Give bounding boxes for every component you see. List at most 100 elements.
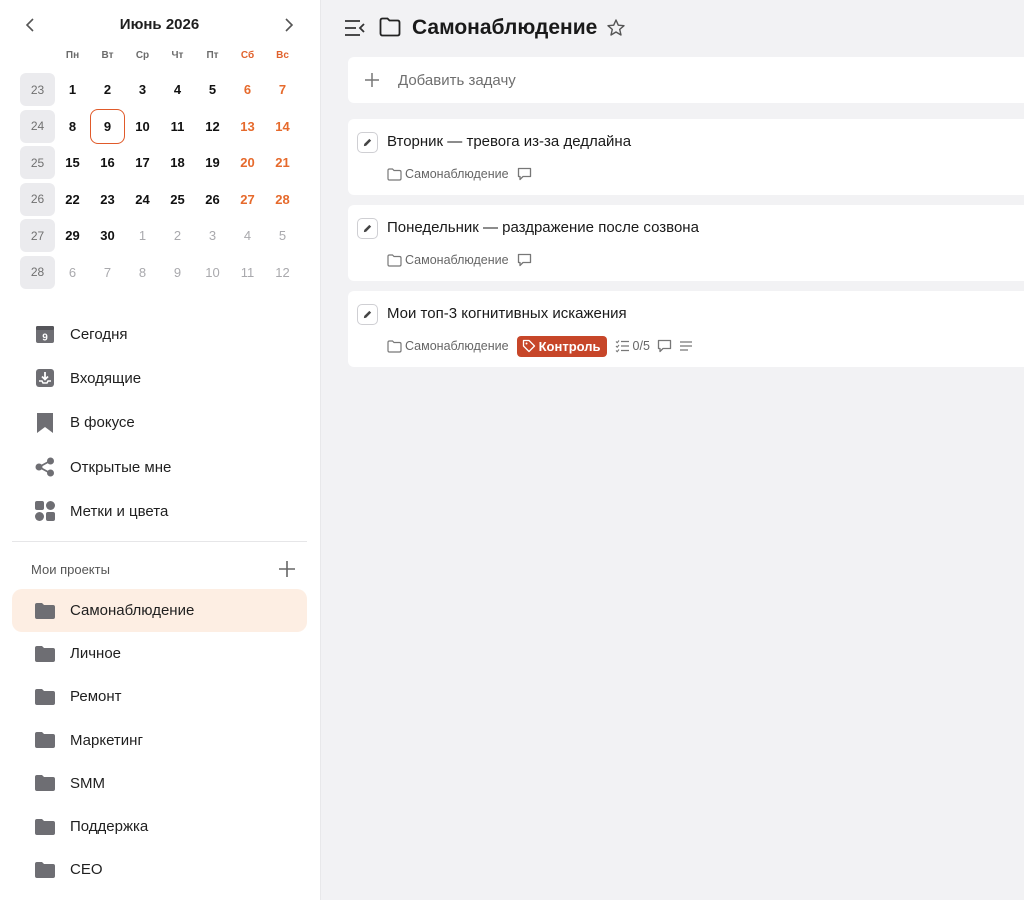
calendar-day-other-month[interactable]: 11 — [230, 255, 265, 290]
nav-item-label: В фокусе — [70, 414, 135, 432]
project-label: Личное — [70, 645, 122, 663]
project-item[interactable]: CEO — [12, 848, 307, 891]
calendar-day[interactable]: 12 — [195, 109, 230, 144]
task-card[interactable]: Вторник — тревога из-за дедлайна Самонаб… — [348, 119, 1024, 195]
add-task-input[interactable]: Добавить задачу — [348, 57, 1024, 103]
calendar-day-selected[interactable]: 9 — [90, 108, 125, 144]
project-item[interactable]: Ремонт — [12, 675, 307, 718]
week-number[interactable]: 24 — [20, 109, 55, 143]
calendar-day[interactable]: 8 — [55, 109, 90, 144]
week-number[interactable]: 25 — [20, 146, 55, 180]
calendar-day[interactable]: 28 — [265, 182, 300, 217]
calendar-week-row: 25 15 16 17 18 19 20 21 — [20, 145, 310, 182]
nav-item-inbox[interactable]: Входящие — [12, 356, 307, 400]
task-meta: Самонаблюдение Контроль 0/5 — [387, 335, 700, 357]
topbar: Самонаблюдение — [321, 0, 1024, 56]
calendar-day-other-month[interactable]: 10 — [195, 255, 230, 290]
calendar-month-title[interactable]: Июнь 2026 — [12, 16, 307, 33]
nav-item-label: Открытые мне — [70, 458, 172, 476]
project-item-active[interactable]: Самонаблюдение — [12, 589, 307, 633]
calendar-day[interactable]: 29 — [55, 218, 90, 253]
calendar-day[interactable]: 24 — [125, 182, 160, 217]
calendar-day[interactable]: 5 — [195, 72, 230, 107]
calendar-day[interactable]: 15 — [55, 145, 90, 180]
edit-task-button[interactable] — [357, 304, 378, 325]
week-number[interactable]: 28 — [20, 255, 55, 289]
calendar-day[interactable]: 6 — [230, 72, 265, 107]
project-item[interactable]: Маркетинг — [12, 719, 307, 762]
favorite-star-button[interactable] — [606, 18, 626, 38]
calendar-week-row: 27 29 30 1 2 3 4 5 — [20, 218, 310, 255]
nav-item-today[interactable]: 9 Сегодня — [12, 312, 307, 356]
weekday-label: Ср — [135, 50, 150, 61]
calendar-day[interactable]: 17 — [125, 145, 160, 180]
project-item[interactable]: SMM — [12, 762, 307, 805]
tag-icon — [522, 339, 535, 353]
nav-item-shared[interactable]: Открытые мне — [12, 445, 307, 489]
calendar-day[interactable]: 2 — [90, 72, 125, 107]
calendar-day[interactable]: 18 — [160, 145, 195, 180]
sidebar-toggle-button[interactable] — [343, 16, 367, 40]
comment-icon — [517, 167, 532, 181]
inbox-icon — [22, 366, 68, 390]
task-tag[interactable]: Контроль — [516, 335, 607, 357]
task-project[interactable]: Самонаблюдение — [387, 339, 509, 353]
calendar-day[interactable]: 16 — [90, 145, 125, 180]
task-project[interactable]: Самонаблюдение — [387, 167, 509, 181]
calendar-day[interactable]: 21 — [265, 145, 300, 180]
project-label: CEO — [70, 861, 103, 879]
calendar-day-other-month[interactable]: 6 — [55, 255, 90, 290]
calendar-day[interactable]: 7 — [265, 72, 300, 107]
calendar-day[interactable]: 10 — [125, 109, 160, 144]
calendar-day[interactable]: 30 — [90, 218, 125, 253]
calendar-day[interactable]: 22 — [55, 182, 90, 217]
nav-item-focus[interactable]: В фокусе — [12, 401, 307, 445]
task-card[interactable]: Понедельник — раздражение после созвона … — [348, 205, 1024, 281]
calendar-day[interactable]: 27 — [230, 182, 265, 217]
calendar-day-other-month[interactable]: 7 — [90, 255, 125, 290]
week-number[interactable]: 27 — [20, 219, 55, 253]
calendar-day-other-month[interactable]: 4 — [230, 218, 265, 253]
task-project-label: Самонаблюдение — [405, 253, 509, 267]
calendar-day[interactable]: 25 — [160, 182, 195, 217]
edit-task-button[interactable] — [357, 218, 378, 239]
project-item[interactable]: Личное — [12, 632, 307, 675]
tags-grid-icon — [22, 499, 68, 523]
sidebar-divider — [12, 541, 307, 542]
calendar-week-row: 23 1 2 3 4 5 6 7 — [20, 72, 310, 109]
calendar-day[interactable]: 11 — [160, 109, 195, 144]
week-number[interactable]: 23 — [20, 73, 55, 106]
calendar-day-other-month[interactable]: 3 — [195, 218, 230, 253]
calendar-day-other-month[interactable]: 2 — [160, 218, 195, 253]
calendar-header: Июнь 2026 — [12, 8, 307, 42]
today-icon-number: 9 — [42, 333, 48, 344]
calendar-day[interactable]: 4 — [160, 72, 195, 107]
calendar-day-other-month[interactable]: 12 — [265, 255, 300, 290]
calendar-day[interactable]: 14 — [265, 109, 300, 144]
calendar-day-other-month[interactable]: 8 — [125, 255, 160, 290]
calendar-day-other-month[interactable]: 1 — [125, 218, 160, 253]
folder-icon — [22, 602, 68, 620]
calendar-day-other-month[interactable]: 5 — [265, 218, 300, 253]
calendar-next-button[interactable] — [271, 8, 307, 42]
calendar-day[interactable]: 23 — [90, 182, 125, 217]
calendar-day[interactable]: 20 — [230, 145, 265, 180]
calendar-day-other-month[interactable]: 9 — [160, 255, 195, 290]
nav-item-tags[interactable]: Метки и цвета — [12, 489, 307, 533]
project-item[interactable]: Поддержка — [12, 805, 307, 848]
bookmark-icon — [22, 411, 68, 435]
task-card[interactable]: Мои топ-3 когнитивных искажения Самонабл… — [348, 291, 1024, 367]
calendar-day[interactable]: 3 — [125, 72, 160, 107]
folder-outline-icon — [387, 253, 402, 267]
add-project-button[interactable] — [275, 556, 299, 582]
task-project[interactable]: Самонаблюдение — [387, 253, 509, 267]
comment-icon — [657, 339, 672, 353]
calendar-day[interactable]: 13 — [230, 109, 265, 144]
calendar-day[interactable]: 19 — [195, 145, 230, 180]
edit-task-button[interactable] — [357, 132, 378, 153]
calendar-week-row: 26 22 23 24 25 26 27 28 — [20, 182, 310, 219]
calendar-day[interactable]: 1 — [55, 72, 90, 107]
checklist-icon — [615, 340, 629, 353]
calendar-day[interactable]: 26 — [195, 182, 230, 217]
week-number[interactable]: 26 — [20, 182, 55, 216]
